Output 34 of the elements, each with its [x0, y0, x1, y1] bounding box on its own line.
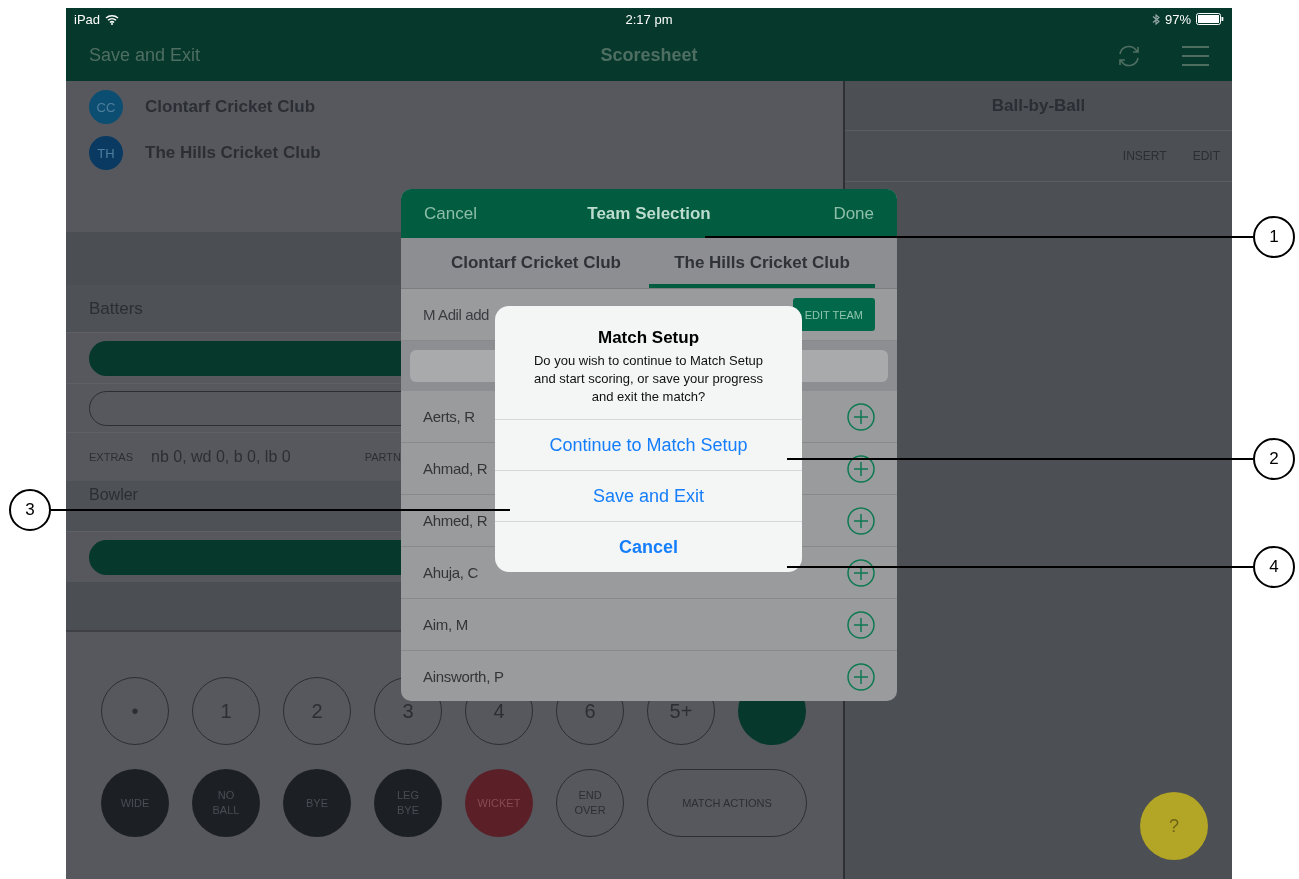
alert-title: Match Setup: [596, 328, 701, 348]
cancel-link[interactable]: Cancel: [424, 203, 477, 224]
player-name: Ahmed, R: [423, 512, 488, 529]
sync-icon[interactable]: [1116, 43, 1142, 68]
menu-icon[interactable]: [1182, 45, 1209, 66]
wifi-icon: [105, 13, 120, 25]
callout-number: 3: [9, 489, 51, 531]
edit-team-button[interactable]: EDIT TEAM: [792, 298, 875, 331]
alert-button[interactable]: Save and Exit: [495, 470, 802, 521]
alert-button[interactable]: Continue to Match Setup: [495, 419, 802, 470]
done-link[interactable]: Done: [833, 203, 874, 224]
player-name: Ahuja, C: [423, 564, 479, 581]
add-icon[interactable]: [847, 454, 875, 483]
panel-title: Team Selection: [587, 203, 711, 224]
battery-icon: [1196, 13, 1224, 25]
bluetooth-icon: [1152, 12, 1160, 26]
team-avatar: TH: [89, 136, 123, 170]
player-name: Aerts, R: [423, 408, 475, 425]
clock-time: 2:17 pm: [625, 11, 673, 27]
alert-button[interactable]: Cancel: [495, 521, 802, 572]
save-and-exit-link[interactable]: Save and Exit: [89, 45, 201, 66]
add-icon[interactable]: [847, 558, 875, 587]
carrier-label: iPad: [74, 11, 101, 27]
battery-percent: 97%: [1165, 11, 1191, 27]
info-text: M Adil add: [423, 306, 490, 323]
player-name: Aim, M: [423, 616, 468, 633]
nav-title: Scoresheet: [600, 45, 698, 66]
team-avatar: CC: [89, 90, 123, 124]
callout-number: 2: [1253, 438, 1295, 480]
alert-message: Do you wish to continue to Match Setup and start scoring, or save your progress and exit the match?: [532, 352, 765, 406]
callout-number: 4: [1253, 546, 1295, 588]
team-tab[interactable]: Clontarf Cricket Club: [423, 238, 649, 288]
player-name: Ahmad, R: [423, 460, 488, 477]
callout-number: 1: [1253, 216, 1295, 258]
